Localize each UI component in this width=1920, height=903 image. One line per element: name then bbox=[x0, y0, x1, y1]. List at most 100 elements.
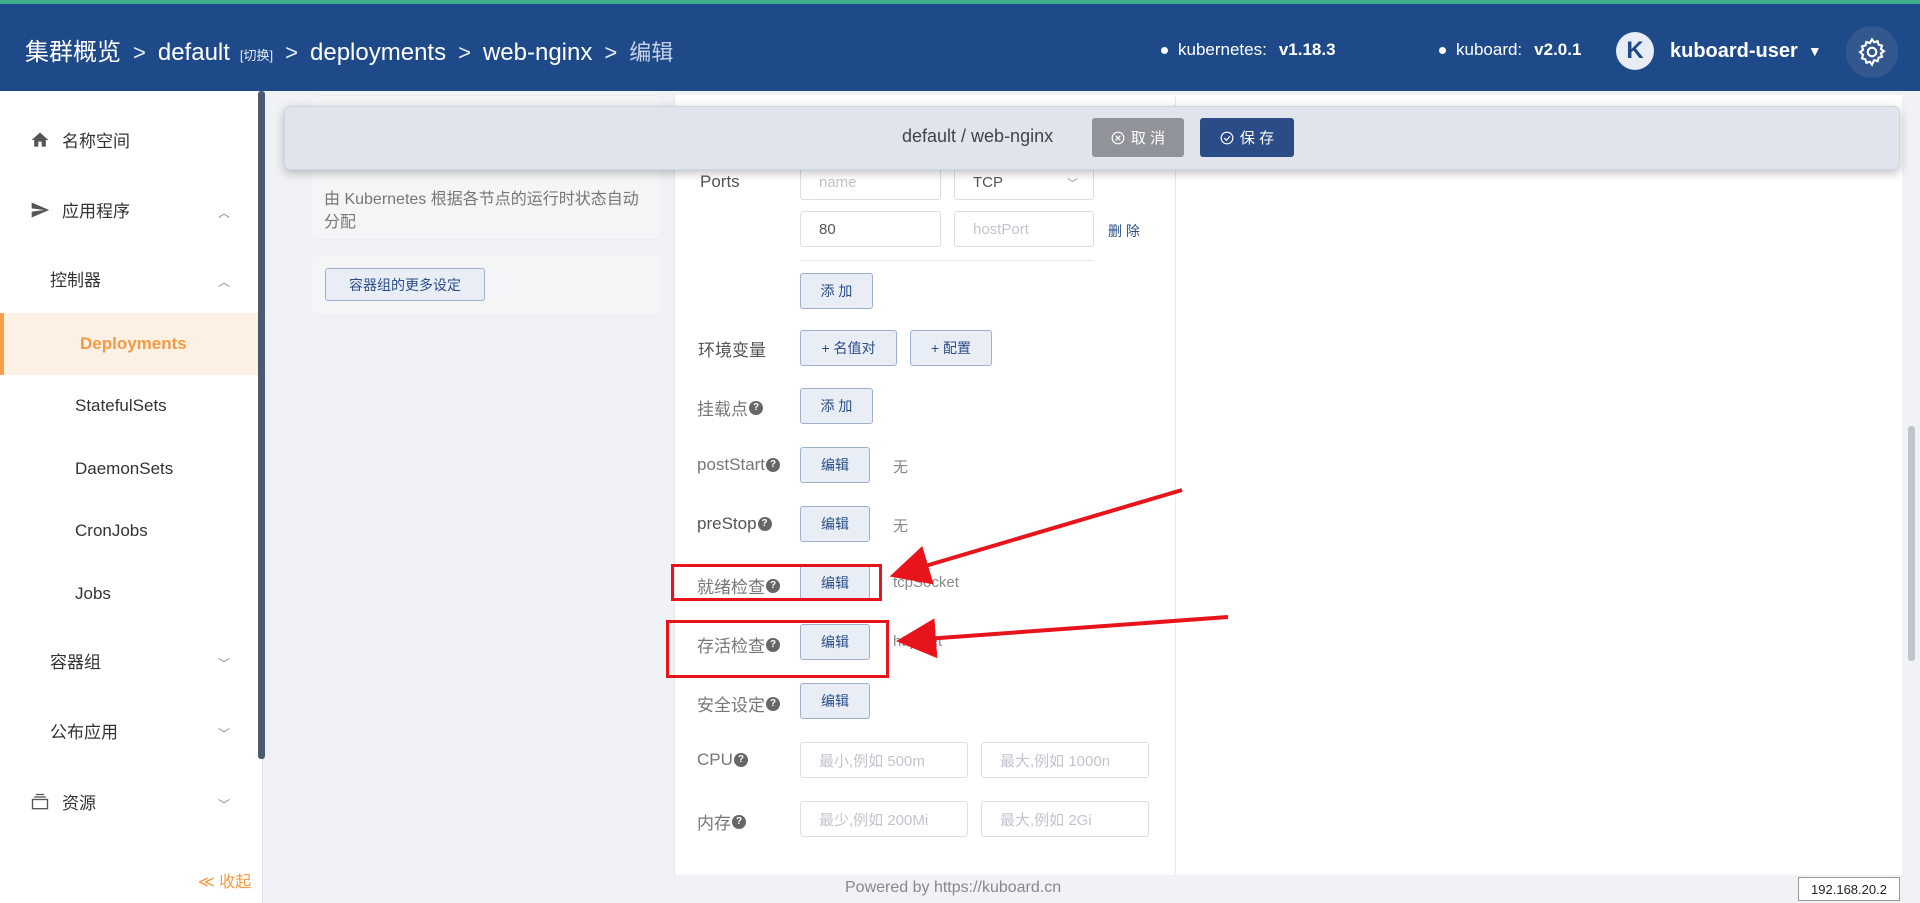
sidebar-item-jobs[interactable]: Jobs bbox=[0, 563, 258, 625]
ports-divider bbox=[800, 260, 1094, 261]
cpu-label-text: CPU bbox=[697, 750, 733, 769]
add-port-button[interactable]: 添 加 bbox=[800, 273, 873, 309]
main-scrollbar[interactable] bbox=[1908, 426, 1915, 661]
add-env-kv-button[interactable]: + 名值对 bbox=[800, 330, 897, 366]
active-indicator bbox=[0, 313, 4, 375]
kuboard-label: kuboard: bbox=[1456, 40, 1523, 59]
switch-namespace-link[interactable]: [切换] bbox=[240, 45, 273, 64]
edit-security-button[interactable]: 编辑 bbox=[800, 683, 870, 719]
add-mount-button[interactable]: 添 加 bbox=[800, 388, 873, 424]
poststart-label-text: postStart bbox=[697, 455, 766, 474]
username[interactable]: kuboard-user bbox=[1670, 40, 1798, 63]
annotation-box-liveness bbox=[666, 620, 889, 678]
security-label-text: 安全设定 bbox=[697, 696, 765, 715]
host-port-input[interactable]: hostPort bbox=[954, 211, 1094, 247]
bullet-icon bbox=[1161, 46, 1168, 54]
sidebar-item-pods[interactable]: 容器组 ﹀ bbox=[0, 629, 258, 691]
pod-more-settings-button[interactable]: 容器组的更多设定 bbox=[325, 268, 485, 301]
sidebar-item-label: 应用程序 bbox=[62, 201, 130, 221]
memory-label-text: 内存 bbox=[697, 814, 731, 833]
poststart-value: 无 bbox=[893, 459, 909, 476]
cpu-max-input[interactable]: 最大,例如 1000n bbox=[981, 742, 1149, 778]
help-icon[interactable]: ? bbox=[766, 458, 781, 472]
sidebar-item-label: 控制器 bbox=[50, 270, 101, 290]
breadcrumb: 集群概览 > default [切换] > deployments > web-… bbox=[25, 32, 673, 67]
check-circle-icon bbox=[1220, 131, 1234, 144]
sidebar-item-publish[interactable]: 公布应用 ﹀ bbox=[0, 699, 258, 761]
ports-label: Ports bbox=[700, 172, 740, 191]
sidebar-item-statefulsets[interactable]: StatefulSets bbox=[0, 375, 258, 437]
edit-prestop-button[interactable]: 编辑 bbox=[800, 506, 870, 542]
help-icon[interactable]: ? bbox=[757, 517, 772, 531]
help-icon[interactable]: ? bbox=[733, 753, 748, 767]
mount-label: 挂载点? bbox=[697, 395, 763, 420]
home-icon bbox=[31, 132, 49, 147]
save-button[interactable]: 保 存 bbox=[1200, 118, 1294, 157]
edit-poststart-button[interactable]: 编辑 bbox=[800, 447, 870, 483]
node-assign-description: 由 Kubernetes 根据各节点的运行时状态自动分配 bbox=[324, 191, 639, 231]
caret-down-icon[interactable]: ▼ bbox=[1808, 43, 1822, 59]
crumb-web-nginx[interactable]: web-nginx bbox=[483, 39, 592, 67]
chevron-down-icon: ﹀ bbox=[1067, 178, 1078, 190]
chevron-down-icon: ﹀ bbox=[218, 727, 231, 741]
sidebar-item-namespaces[interactable]: 名称空间 bbox=[0, 108, 258, 170]
chevron-right-icon: > bbox=[604, 40, 618, 65]
right-blank-area bbox=[1176, 95, 1902, 875]
container-port-input[interactable]: 80 bbox=[800, 211, 941, 247]
avatar: K bbox=[1616, 32, 1654, 70]
sidebar-item-deployments[interactable]: Deployments bbox=[0, 313, 258, 375]
chevron-down-icon: ﹀ bbox=[218, 798, 231, 812]
crumb-edit: 编辑 bbox=[629, 40, 674, 65]
memory-min-input[interactable]: 最少,例如 200Mi bbox=[800, 801, 968, 837]
readiness-value: tcpSocket bbox=[893, 574, 959, 591]
sidebar-item-label: Jobs bbox=[75, 584, 111, 603]
sidebar-item-label: StatefulSets bbox=[75, 396, 167, 415]
protocol-value: TCP bbox=[973, 173, 1003, 191]
sidebar-item-cronjobs[interactable]: CronJobs bbox=[0, 500, 258, 562]
crumb-deployments[interactable]: deployments bbox=[310, 39, 446, 67]
cpu-min-input[interactable]: 最小,例如 500m bbox=[800, 742, 968, 778]
bullet-icon bbox=[1439, 46, 1446, 54]
security-label: 安全设定? bbox=[697, 691, 780, 716]
chevron-down-icon: ﹀ bbox=[218, 657, 231, 671]
help-icon[interactable]: ? bbox=[749, 400, 763, 415]
gear-icon[interactable] bbox=[1846, 26, 1898, 78]
chevron-right-icon: > bbox=[285, 40, 299, 65]
sidebar-item-daemonsets[interactable]: DaemonSets bbox=[0, 438, 258, 500]
layers-icon bbox=[31, 793, 49, 810]
ip-badge: 192.168.20.2 bbox=[1798, 877, 1900, 901]
crumb-namespace[interactable]: default bbox=[158, 39, 230, 67]
add-env-config-button[interactable]: + 配置 bbox=[910, 330, 992, 366]
delete-port-link[interactable]: 删 除 bbox=[1108, 221, 1140, 241]
kubernetes-version: kubernetes: v1.18.3 bbox=[1161, 40, 1336, 60]
chevron-up-icon: ︿ bbox=[218, 275, 231, 289]
sidebar-item-controllers[interactable]: 控制器 ︿ bbox=[0, 247, 258, 309]
sidebar-item-label: 容器组 bbox=[50, 652, 101, 672]
cancel-button[interactable]: 取 消 bbox=[1092, 118, 1184, 157]
sidebar-item-label: 名称空间 bbox=[62, 131, 130, 151]
footer-powered-by: Powered by https://kuboard.cn bbox=[845, 879, 1062, 896]
sidebar-item-applications[interactable]: 应用程序 ︿ bbox=[0, 178, 258, 240]
sidebar-scrollbar[interactable] bbox=[258, 91, 265, 759]
sidebar-item-resources[interactable]: 资源 ﹀ bbox=[0, 770, 258, 832]
prestop-value: 无 bbox=[893, 518, 909, 535]
prestop-label: preStop? bbox=[697, 514, 772, 534]
liveness-value: httpGet bbox=[893, 633, 943, 650]
chevron-right-icon: > bbox=[458, 40, 471, 65]
sidebar-item-label: DaemonSets bbox=[75, 459, 174, 478]
crumb-cluster-overview[interactable]: 集群概览 bbox=[25, 32, 121, 67]
poststart-label: postStart? bbox=[697, 455, 781, 475]
user-menu[interactable]: K kuboard-user ▼ bbox=[1616, 32, 1822, 70]
close-circle-icon bbox=[1111, 131, 1125, 144]
help-icon[interactable]: ? bbox=[766, 696, 780, 711]
help-icon[interactable]: ? bbox=[732, 814, 746, 829]
chevron-up-icon: ︿ bbox=[218, 206, 231, 220]
cancel-button-label: 取 消 bbox=[1130, 130, 1166, 147]
mount-label-text: 挂载点 bbox=[697, 400, 748, 419]
collapse-sidebar-button[interactable]: ≪ 收起 bbox=[198, 868, 251, 892]
edit-target-title: default / web-nginx bbox=[902, 126, 1054, 146]
memory-label: 内存? bbox=[697, 809, 746, 834]
sidebar-item-label: 公布应用 bbox=[50, 722, 118, 742]
memory-max-input[interactable]: 最大,例如 2Gi bbox=[981, 801, 1149, 837]
kuboard-version: kuboard: v2.0.1 bbox=[1439, 40, 1581, 60]
